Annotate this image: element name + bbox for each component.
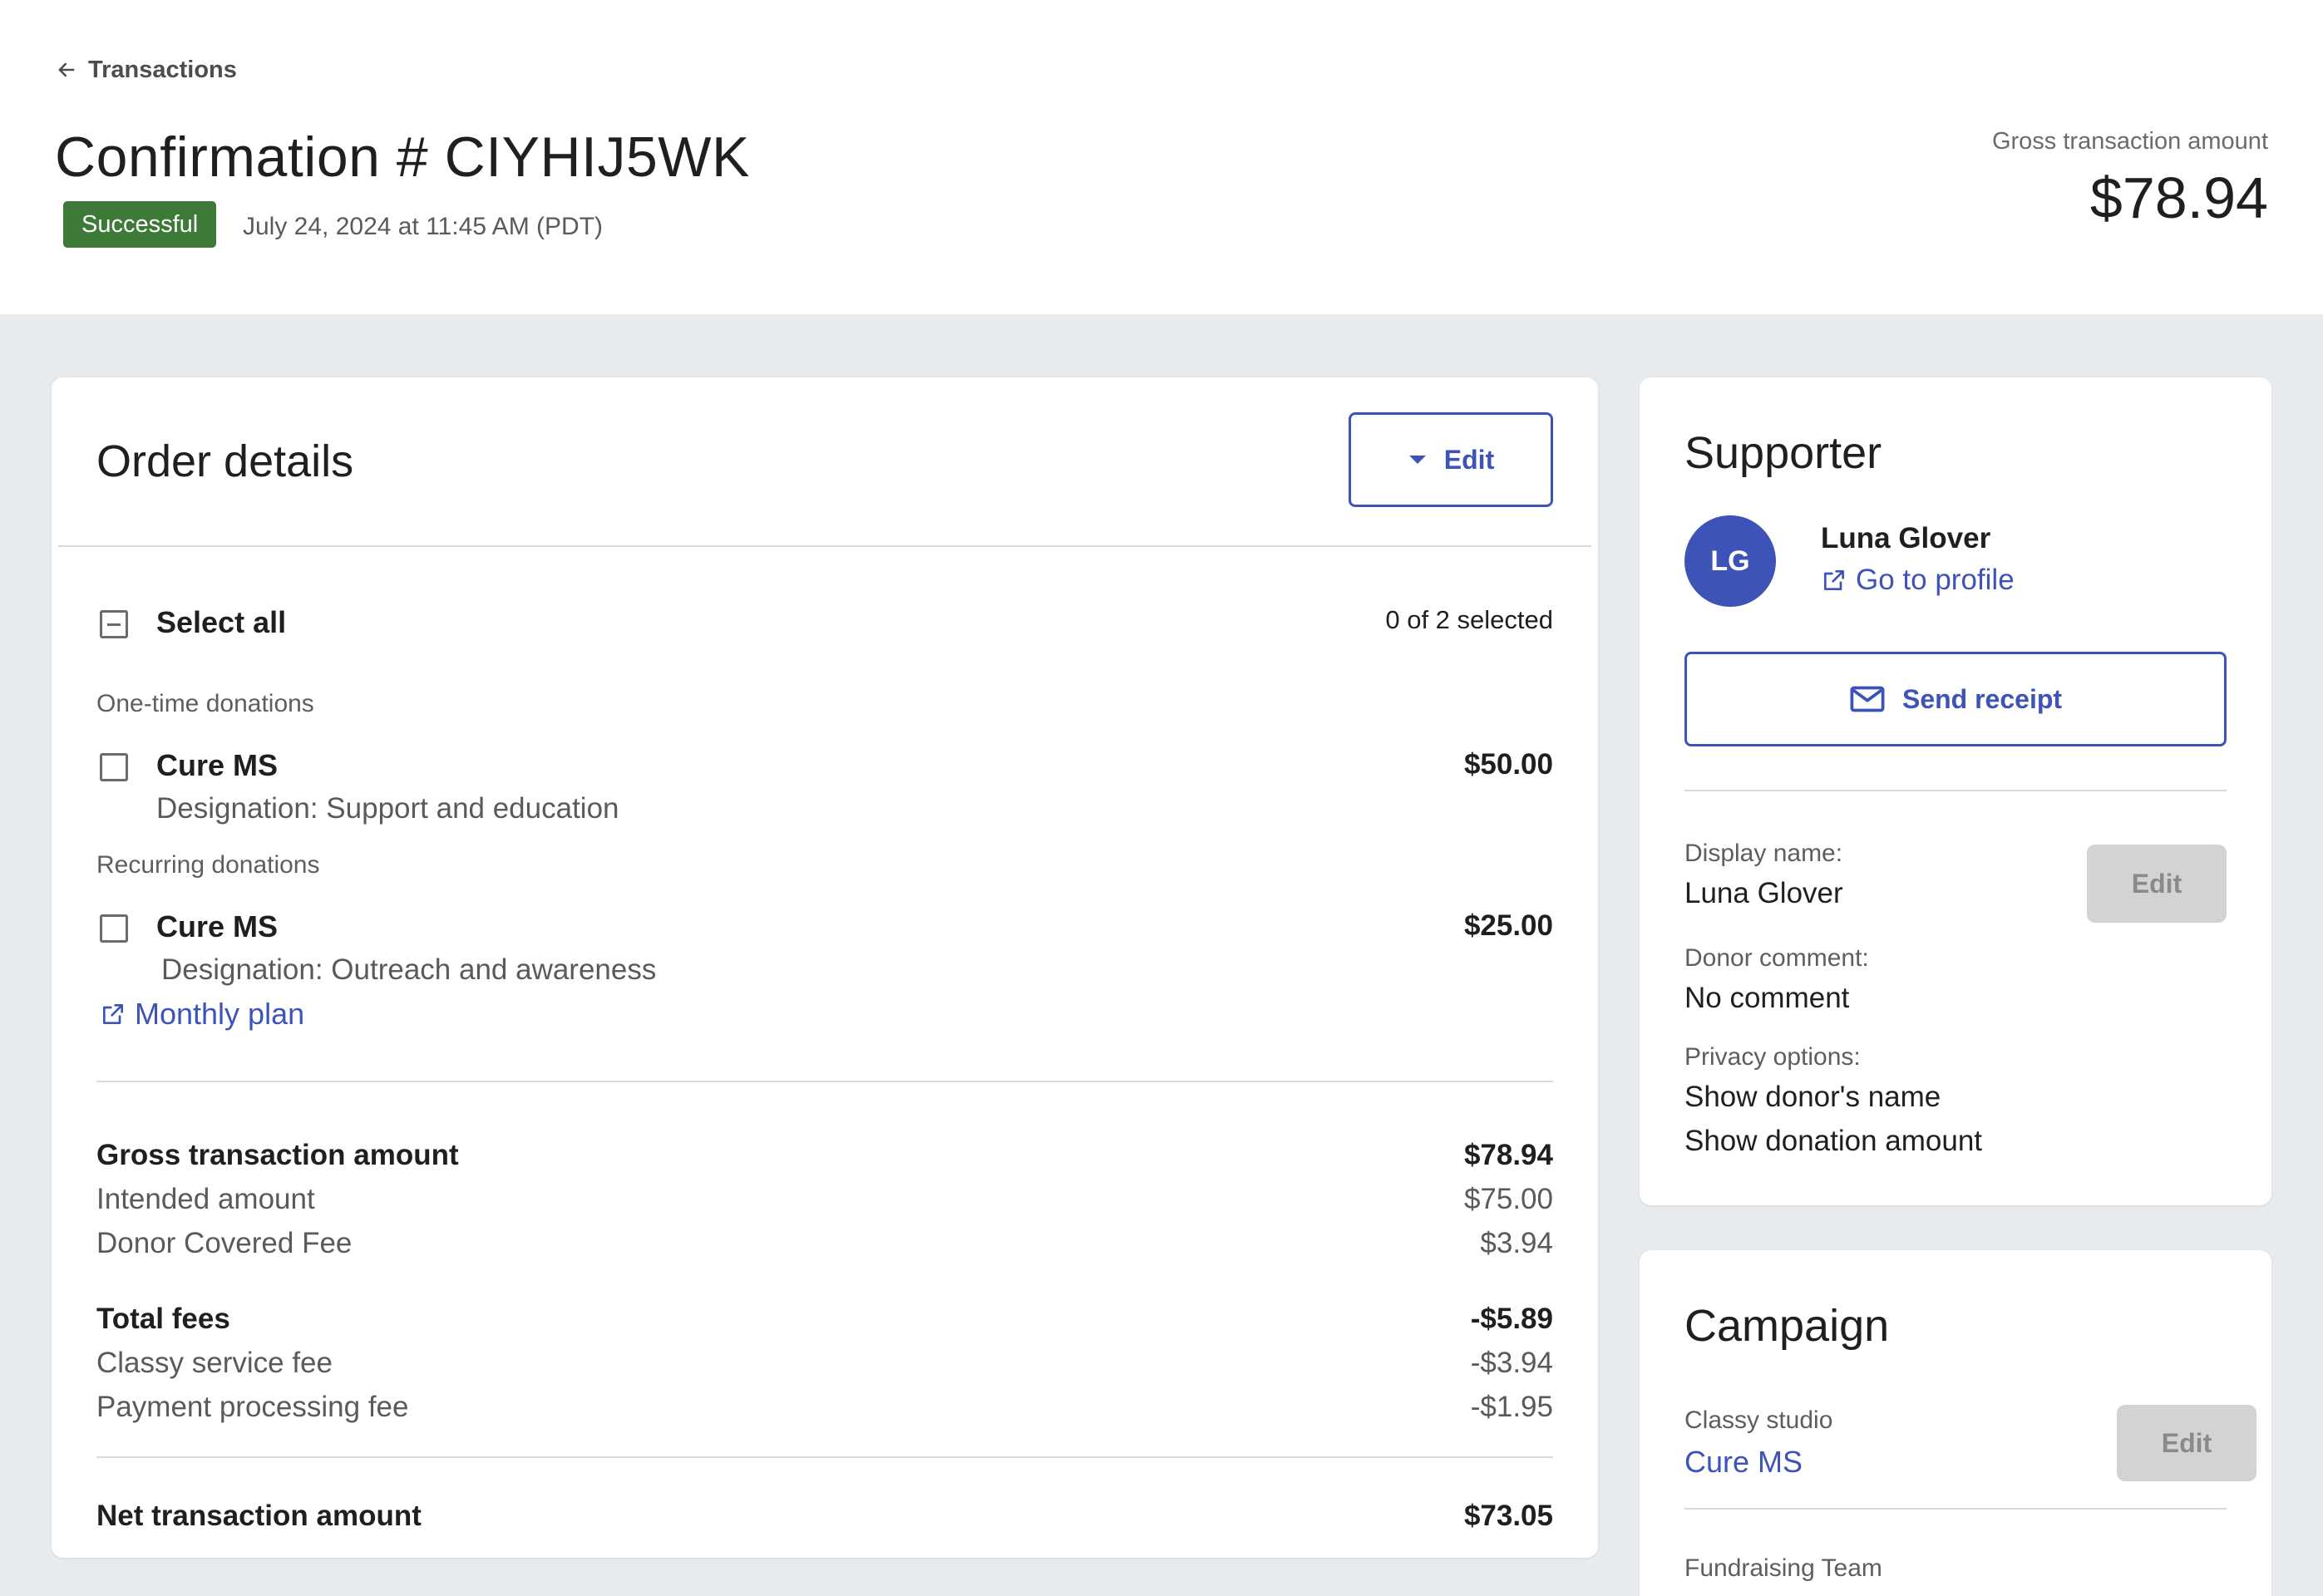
total-fees-value: -$5.89 [1470,1303,1553,1335]
display-name-label: Display name: [1684,840,1843,867]
item-designation-2: Designation: Outreach and awareness [161,953,657,986]
summary-divider [96,1456,1553,1458]
net-amount-value: $73.05 [1463,1500,1553,1532]
external-link-icon [1824,570,1844,590]
summary-gross-label: Gross transaction amount [96,1139,459,1171]
monthly-plan-label: Monthly plan [135,997,305,1031]
order-header-divider [58,545,1591,547]
supporter-card: Supporter LG Luna Glover Go to profile S… [1640,377,2271,1205]
gross-amount-label: Gross transaction amount [1991,128,2268,155]
item-name-2: Cure MS [156,909,279,943]
intended-amount-label: Intended amount [96,1183,315,1215]
privacy-option-amount: Show donation amount [1684,1125,1983,1157]
processing-fee-label: Payment processing fee [96,1391,409,1423]
privacy-option-name: Show donor's name [1684,1081,1941,1113]
gross-amount-value: $78.94 [2089,165,2268,230]
classy-studio-label: Classy studio [1684,1406,1833,1434]
monthly-plan-link[interactable]: Monthly plan [100,997,304,1032]
privacy-options-label: Privacy options: [1684,1043,1861,1071]
item-amount-1: $50.00 [1463,748,1553,781]
order-edit-label: Edit [1443,444,1495,475]
item-amount-2: $25.00 [1463,909,1553,942]
campaign-edit-button[interactable]: Edit [2117,1405,2256,1481]
supporter-name: Luna Glover [1821,522,1991,554]
display-name-value: Luna Glover [1684,877,1843,909]
select-all-label: Select all [156,605,287,639]
recurring-heading: Recurring donations [96,851,320,879]
campaign-title: Campaign [1684,1301,1890,1351]
status-badge: Successful [63,201,217,248]
order-details-card: Order details Edit Select all 0 of 2 sel… [52,377,1598,1558]
donor-fee-value: $3.94 [1480,1227,1553,1259]
net-amount-label: Net transaction amount [96,1500,422,1532]
avatar: LG [1684,515,1776,607]
donor-comment-label: Donor comment: [1684,944,1869,972]
processing-fee-value: -$1.95 [1470,1391,1553,1423]
page-header: Transactions Confirmation # CIYHIJ5WK Su… [0,0,2323,314]
intended-amount-value: $75.00 [1463,1183,1553,1215]
selected-count: 0 of 2 selected [1385,605,1553,634]
donor-comment-value: No comment [1684,982,1850,1014]
caret-down-icon [1408,456,1426,464]
supporter-title: Supporter [1684,428,1882,478]
transaction-date: July 24, 2024 at 11:45 AM (PDT) [243,213,603,240]
go-to-profile-label: Go to profile [1856,564,2015,596]
campaign-divider [1684,1508,2227,1510]
items-divider [96,1081,1553,1082]
item-checkbox-1[interactable] [100,753,128,781]
display-name-edit-button[interactable]: Edit [2087,845,2227,923]
arrow-left-icon [58,62,75,77]
service-fee-value: -$3.94 [1470,1347,1553,1379]
total-fees-label: Total fees [96,1303,230,1335]
summary-gross-value: $78.94 [1463,1139,1553,1171]
page-title: Confirmation # CIYHIJ5WK [55,126,750,189]
fundraising-team-label: Fundraising Team [1684,1554,1882,1582]
back-to-transactions-link[interactable]: Transactions [55,53,237,86]
item-name-1: Cure MS [156,748,279,782]
item-checkbox-2[interactable] [100,914,128,943]
item-designation-1: Designation: Support and education [156,792,619,825]
order-details-title: Order details [96,436,354,486]
send-receipt-label: Send receipt [1901,683,2063,714]
external-link-icon [103,1004,123,1024]
donor-fee-label: Donor Covered Fee [96,1227,353,1259]
send-receipt-button[interactable]: Send receipt [1684,652,2227,746]
campaign-link[interactable]: Cure MS [1684,1445,1803,1480]
service-fee-label: Classy service fee [96,1347,333,1379]
back-link-label: Transactions [88,56,237,83]
select-all-checkbox[interactable] [100,610,128,638]
campaign-card: Campaign Classy studio Cure MS Edit Fund… [1640,1250,2271,1596]
go-to-profile-link[interactable]: Go to profile [1821,564,2015,597]
one-time-heading: One-time donations [96,690,314,717]
supporter-divider [1684,790,2227,791]
mail-icon [1850,686,1885,712]
order-edit-button[interactable]: Edit [1349,412,1553,507]
